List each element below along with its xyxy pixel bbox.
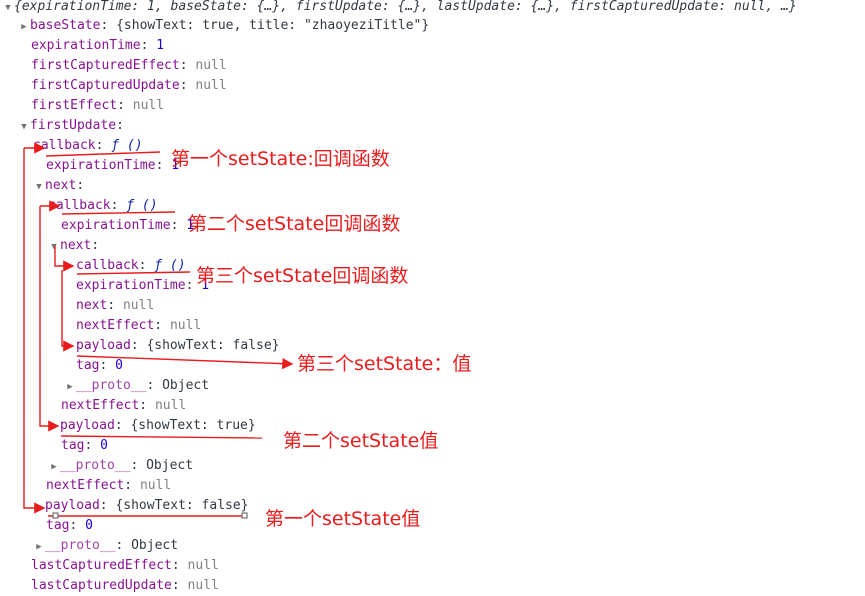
selection-handle-right bbox=[241, 512, 248, 519]
arrow-third-down bbox=[61, 270, 75, 352]
underline-third-payload bbox=[76, 355, 294, 370]
underline-second-callback bbox=[61, 211, 176, 215]
arrow-second-bracket bbox=[39, 206, 60, 432]
selection-handle-left bbox=[52, 512, 59, 519]
arrow-first-bracket bbox=[23, 148, 46, 514]
underline-first-callback bbox=[45, 151, 161, 157]
arrow-third-bracket bbox=[54, 246, 75, 272]
underline-second-payload bbox=[60, 435, 263, 439]
annotation-arrows bbox=[23, 142, 294, 519]
underline-third-callback bbox=[76, 271, 191, 275]
